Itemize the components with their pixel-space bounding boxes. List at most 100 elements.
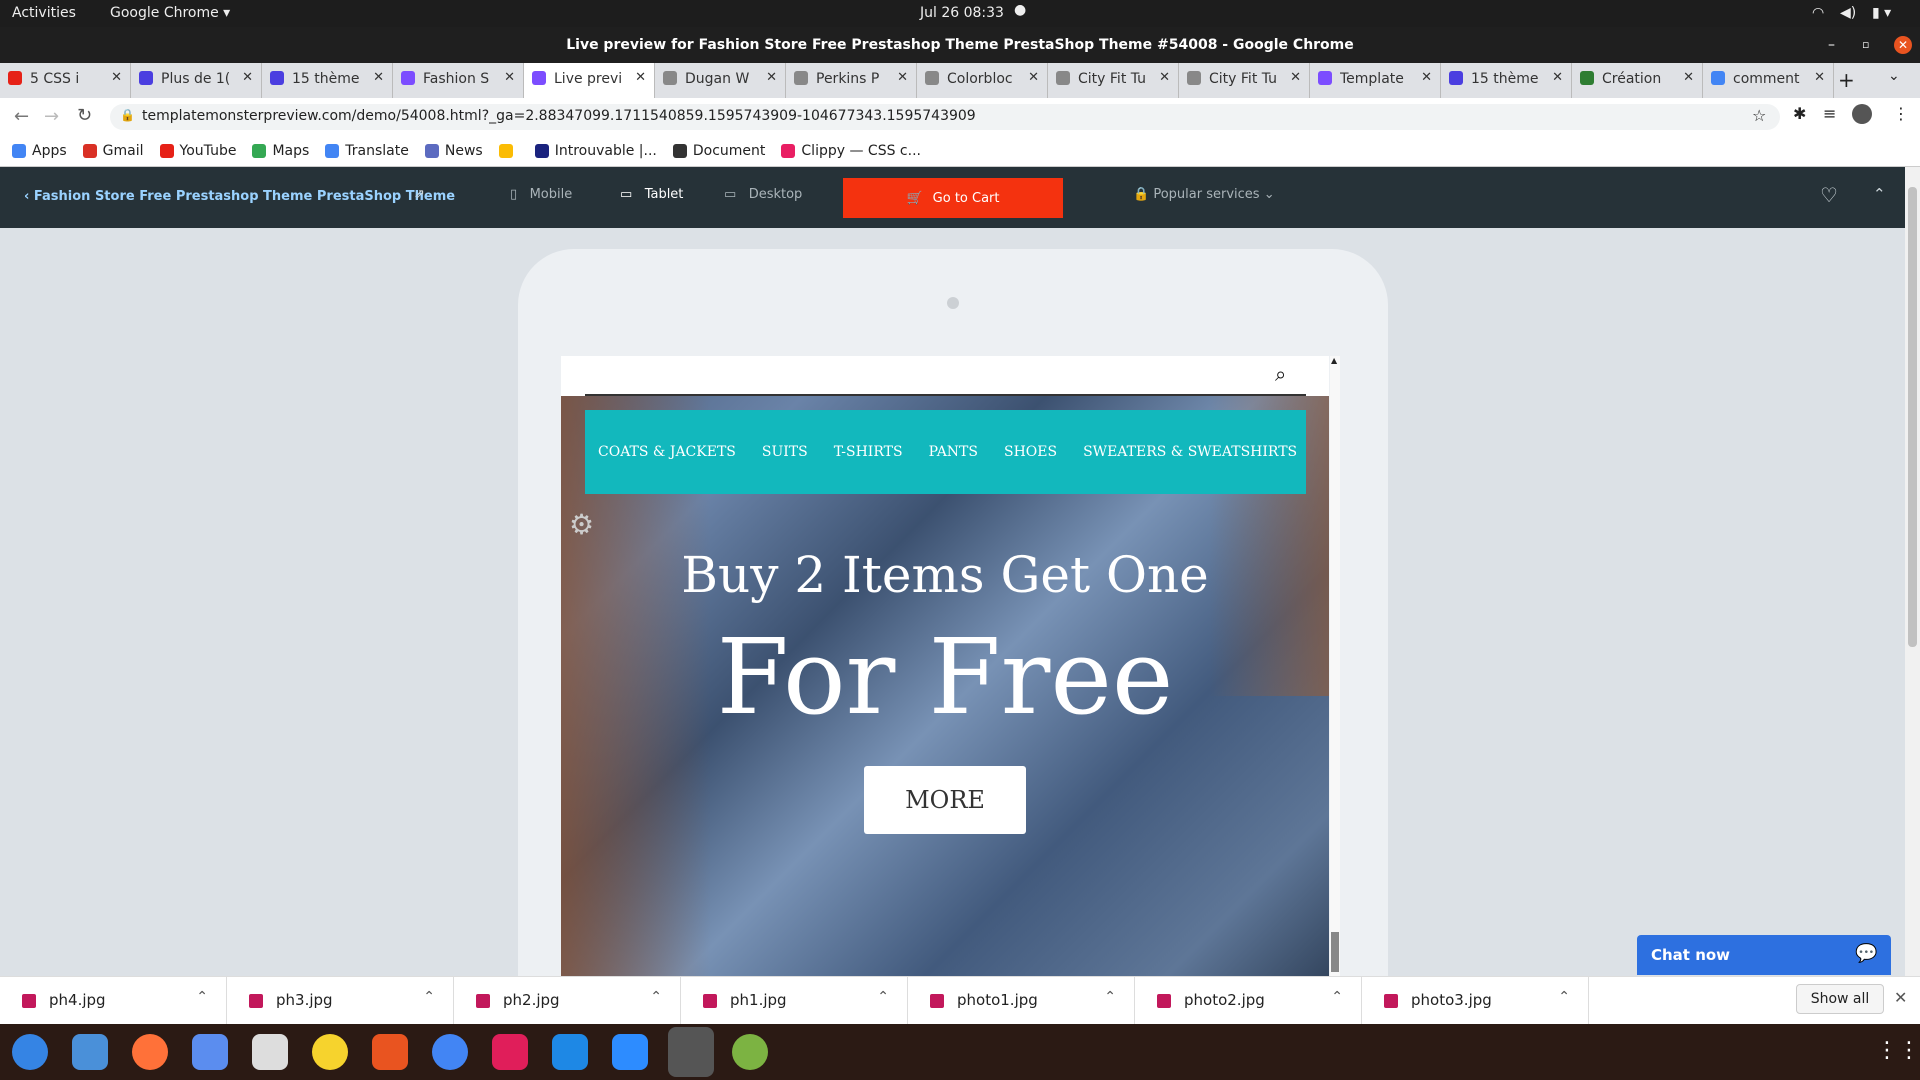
minimize-icon[interactable]: – [1828,27,1835,63]
search-icon[interactable]: ⌕ [1275,362,1286,386]
new-tab-button[interactable]: + [1838,68,1855,92]
page-scrollbar[interactable] [1905,167,1920,976]
translate-app-icon[interactable] [72,1034,108,1070]
bookmark-item[interactable]: News [424,143,483,159]
desktop-view-button[interactable]: ▭ Desktop [724,187,802,202]
profile-avatar[interactable] [1852,104,1872,124]
chevron-up-icon[interactable]: ⌃ [196,989,208,1005]
browser-tab[interactable]: Live previ ✕ [524,63,655,98]
popular-services-dropdown[interactable]: 🔒 Popular services ⌄ [1133,187,1275,202]
bookmark-item[interactable]: Translate [325,143,409,159]
tablet-view-button[interactable]: ▭ Tablet [620,187,683,202]
lock-icon[interactable]: 🔒 [120,108,135,122]
volume-icon[interactable]: ◀) [1840,5,1856,21]
app-menu[interactable]: Google Chrome ▾ [110,5,230,21]
media-control-icon[interactable]: ≡ [1823,104,1836,123]
activities-button[interactable]: Activities [12,5,76,21]
back-icon[interactable]: ← [14,106,29,127]
browser-tab[interactable]: 15 thème ✕ [262,63,393,98]
chromium-icon[interactable] [432,1034,468,1070]
download-item[interactable]: ph3.jpg ⌃ [227,977,454,1025]
bookmark-star-icon[interactable]: ☆ [1752,106,1766,125]
browser-tab[interactable]: City Fit Tu ✕ [1179,63,1310,98]
back-to-theme-link[interactable]: ‹ Fashion Store Free Prestashop Theme Pr… [24,189,455,204]
category-menu-item[interactable]: SHOES [1004,444,1057,460]
category-menu-item[interactable]: COATS & JACKETS [598,444,736,460]
browser-tab[interactable]: Template ✕ [1310,63,1441,98]
show-all-button[interactable]: Show all [1796,984,1884,1014]
tab-close-icon[interactable]: ✕ [897,70,908,85]
clock[interactable]: Jul 26 08:33 [920,5,1004,21]
scroll-up-icon[interactable]: ▲ [1331,356,1337,365]
show-apps-icon[interactable]: ⋮⋮⋮ [1876,1038,1920,1063]
chevron-up-icon[interactable]: ⌃ [423,989,435,1005]
mobile-view-button[interactable]: ▯ Mobile [510,187,572,202]
category-menu-item[interactable]: T-SHIRTS [834,444,903,460]
chevron-up-icon[interactable]: ⌃ [1558,989,1570,1005]
chevron-up-icon[interactable]: ⌃ [1331,989,1343,1005]
software-center-icon[interactable] [372,1034,408,1070]
slack-icon[interactable] [492,1034,528,1070]
browser-tab[interactable]: Colorbloc ✕ [917,63,1048,98]
chevron-up-icon[interactable]: ⌃ [877,989,889,1005]
more-button[interactable]: MORE [864,766,1026,834]
rhythmbox-icon[interactable] [312,1034,348,1070]
bookmark-item[interactable]: Introuvable |... [534,143,657,159]
extensions-icon[interactable]: ✱ [1793,104,1806,123]
chevron-up-icon[interactable]: ⌃ [1104,989,1116,1005]
site-search-input[interactable] [585,360,1275,392]
network-app-icon[interactable] [732,1034,768,1070]
tab-close-icon[interactable]: ✕ [111,70,122,85]
preview-scrollbar-thumb[interactable] [1331,932,1339,972]
category-menu-item[interactable]: PANTS [929,444,978,460]
files-icon[interactable] [252,1034,288,1070]
tab-close-icon[interactable]: ✕ [1814,70,1825,85]
tab-close-icon[interactable]: ✕ [242,70,253,85]
download-item[interactable]: ph1.jpg ⌃ [681,977,908,1025]
zoom-icon[interactable] [612,1034,648,1070]
maximize-icon[interactable]: ▫ [1862,27,1869,63]
url-bar[interactable]: 🔒 templatemonsterpreview.com/demo/54008.… [110,104,1780,130]
go-to-cart-button[interactable]: 🛒 Go to Cart [843,178,1063,218]
chevron-up-icon[interactable]: ⌃ [650,989,662,1005]
browser-tab[interactable]: 15 thème ✕ [1441,63,1572,98]
reload-icon[interactable]: ↻ [77,105,92,126]
tab-close-icon[interactable]: ✕ [1290,70,1301,85]
firefox-icon[interactable] [132,1034,168,1070]
category-menu-item[interactable]: SUITS [762,444,808,460]
wifi-icon[interactable]: ◠ [1812,5,1824,21]
close-downloads-icon[interactable]: ✕ [1894,988,1907,1007]
external-link-icon[interactable]: ⇗ [414,187,425,202]
browser-tab[interactable]: Dugan W ✕ [655,63,786,98]
tab-close-icon[interactable]: ✕ [635,70,646,85]
chevron-up-icon[interactable]: ⌃ [1873,185,1886,203]
browser-tab[interactable]: City Fit Tu ✕ [1048,63,1179,98]
battery-icon[interactable]: ▮ ▾ [1872,5,1891,21]
tab-search-icon[interactable]: ⌄ [1888,68,1900,84]
thunderbird-icon[interactable] [192,1034,228,1070]
bookmark-item[interactable] [498,143,519,158]
tab-close-icon[interactable]: ✕ [1028,70,1039,85]
browser-tab[interactable]: Perkins P ✕ [786,63,917,98]
tab-close-icon[interactable]: ✕ [1683,70,1694,85]
download-item[interactable]: photo3.jpg ⌃ [1362,977,1589,1025]
browser-tab[interactable]: Plus de 1(✕ [131,63,262,98]
download-item[interactable]: ph2.jpg ⌃ [454,977,681,1025]
page-scrollbar-thumb[interactable] [1908,187,1917,647]
browser-tab[interactable]: 5 CSS i ✕ [0,63,131,98]
browser-tab[interactable]: Création ✕ [1572,63,1703,98]
download-item[interactable]: ph4.jpg ⌃ [0,977,227,1025]
tab-close-icon[interactable]: ✕ [373,70,384,85]
category-menu-item[interactable]: SWEATERS & SWEATSHIRTS [1083,444,1297,460]
bookmark-item[interactable]: Document [672,143,765,159]
menu-dots-icon[interactable]: ⋮ [1893,104,1909,123]
browser-tab[interactable]: Fashion S ✕ [393,63,524,98]
bookmark-item[interactable]: Gmail [82,143,144,159]
tab-close-icon[interactable]: ✕ [1159,70,1170,85]
download-item[interactable]: photo2.jpg ⌃ [1135,977,1362,1025]
chrome-icon[interactable] [668,1027,714,1077]
bookmark-item[interactable]: YouTube [159,143,236,159]
vscode-icon[interactable] [552,1034,588,1070]
browser-tab[interactable]: comment ✕ [1703,63,1834,98]
settings-gear-icon[interactable]: ⚙ [569,508,594,541]
